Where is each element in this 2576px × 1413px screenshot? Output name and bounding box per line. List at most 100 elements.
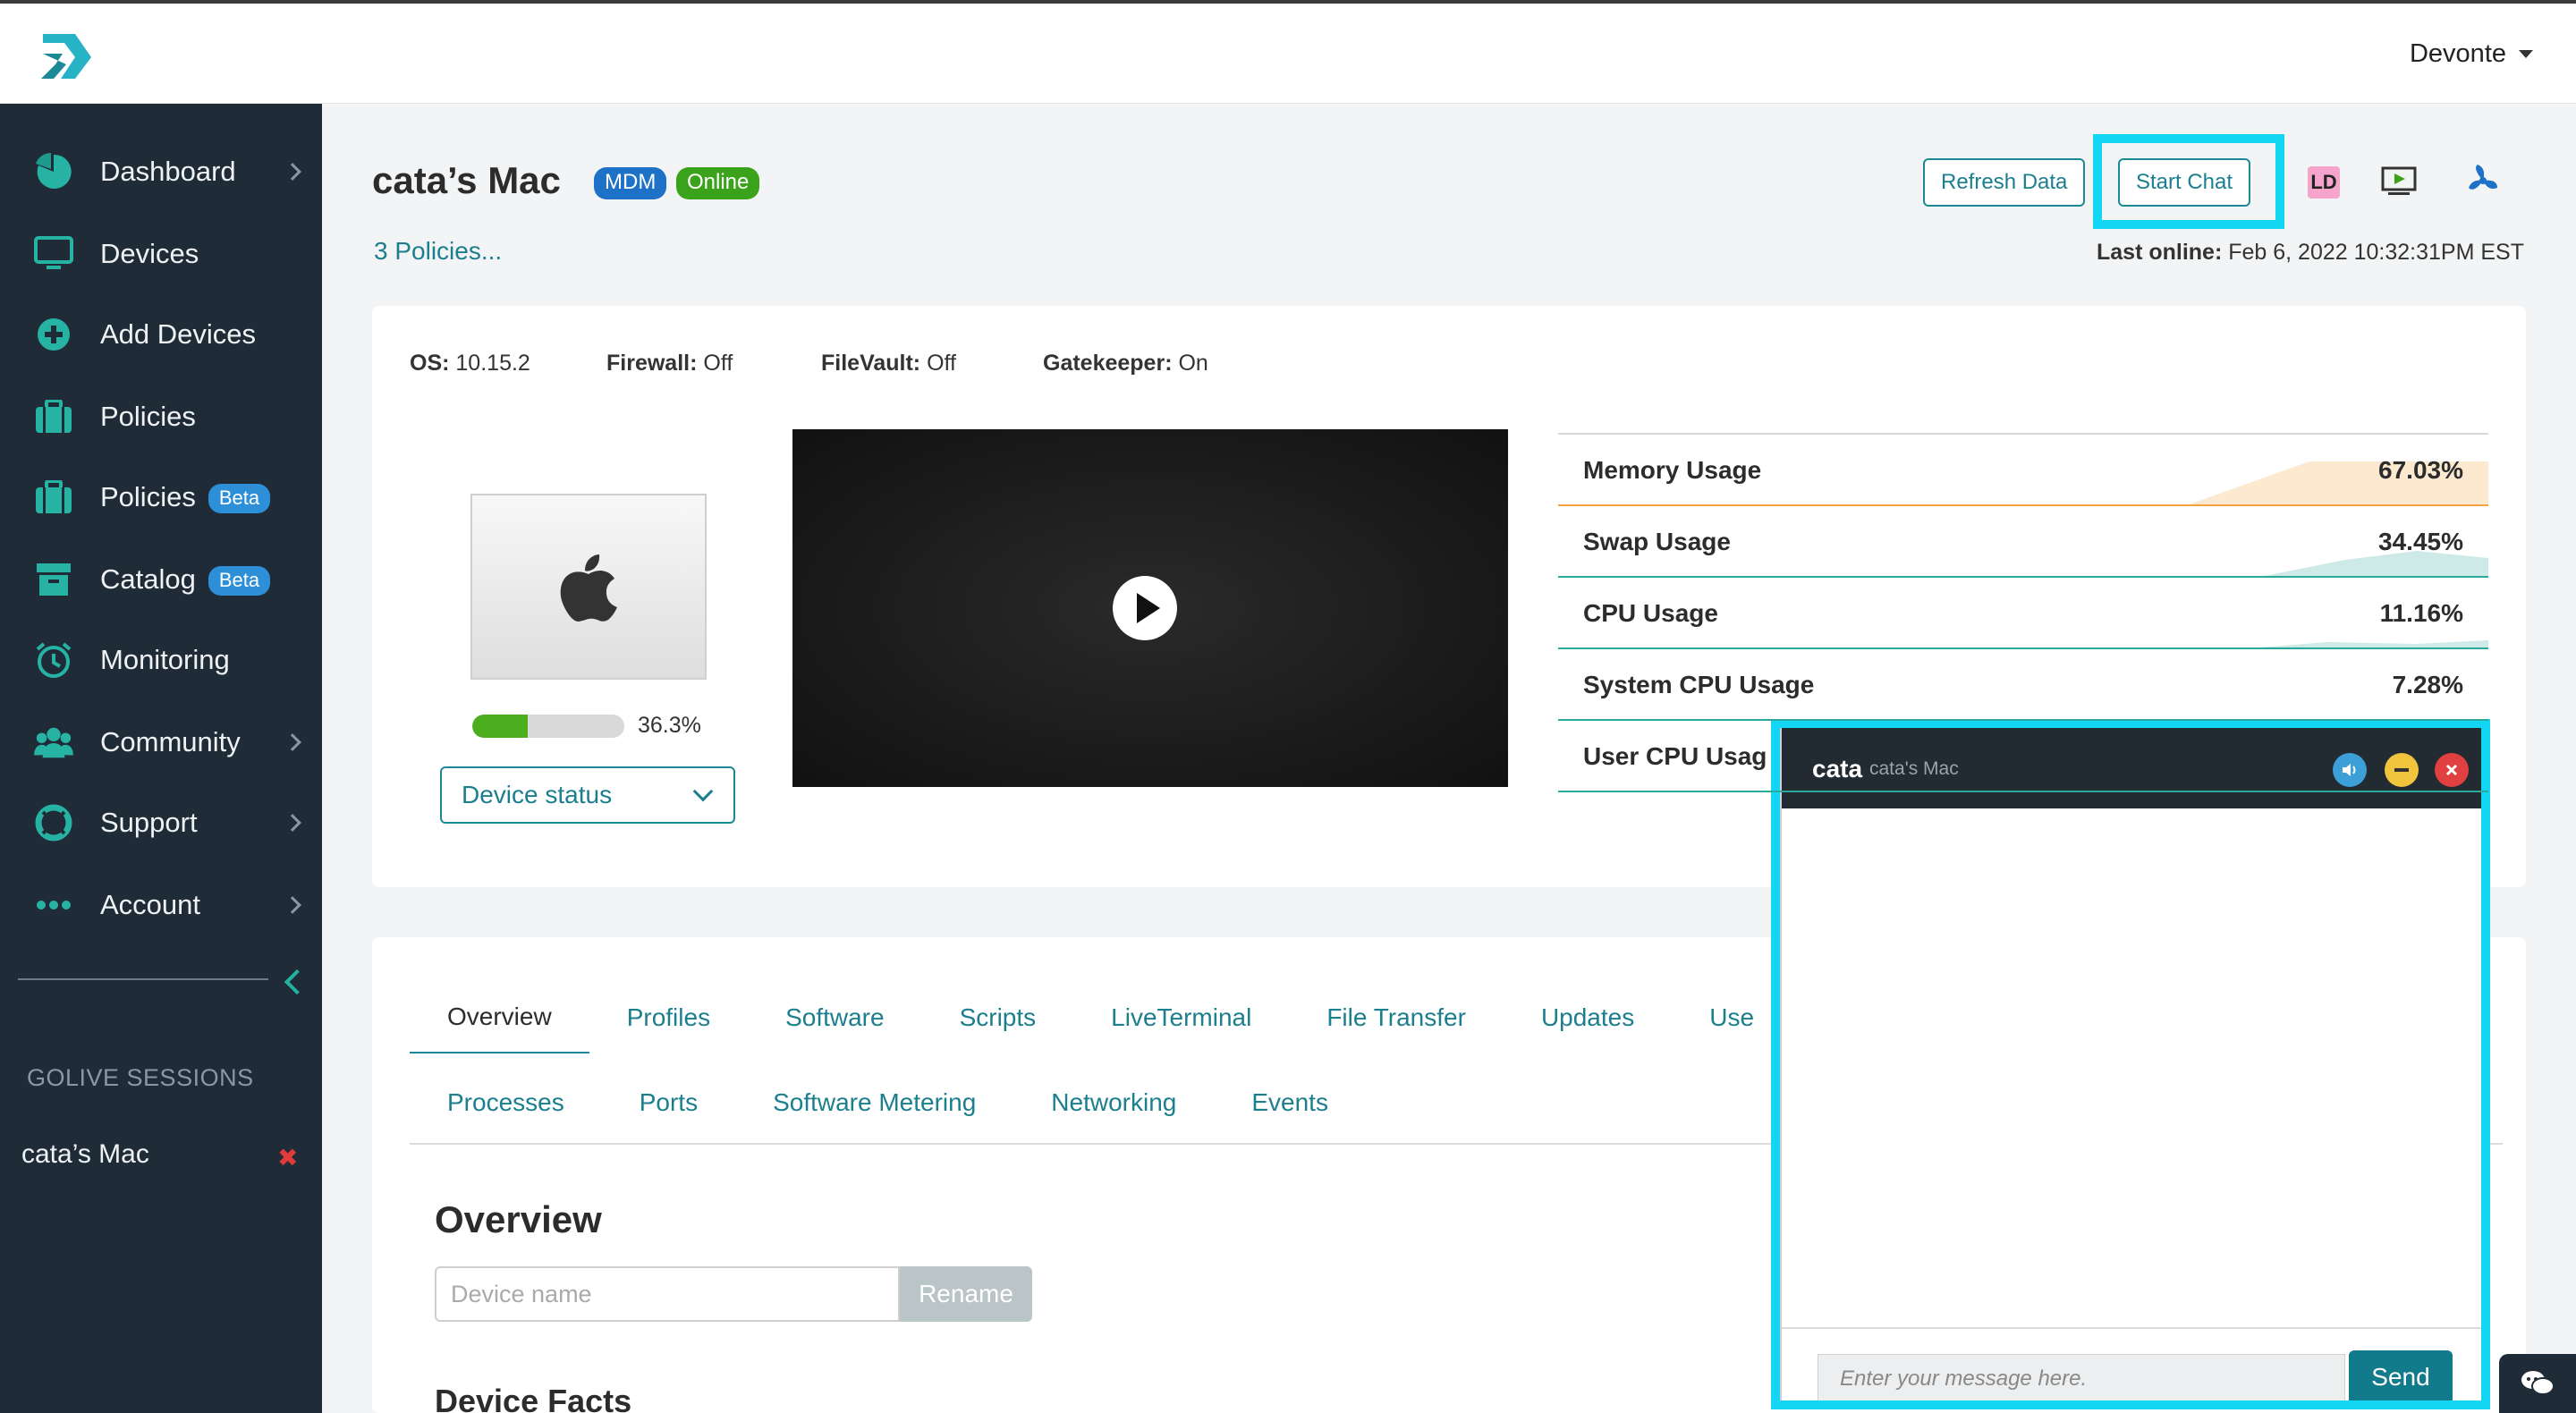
os-spec: OS: 10.15.2 — [410, 351, 530, 377]
tab-liveterminal[interactable]: LiveTerminal — [1073, 982, 1289, 1053]
tab-processes[interactable]: Processes — [410, 1067, 602, 1138]
sidebar-divider — [18, 978, 268, 980]
refresh-data-button[interactable]: Refresh Data — [1923, 158, 2086, 207]
chevron-right-icon — [284, 896, 301, 914]
metric-value: 11.16% — [2379, 599, 2463, 627]
sidebar-item-label: Policies — [100, 401, 196, 432]
tab-software-metering[interactable]: Software Metering — [735, 1067, 1013, 1138]
device-status-select[interactable]: Device status — [440, 766, 735, 824]
plus-circle-icon — [34, 315, 73, 354]
tab-profiles[interactable]: Profiles — [589, 982, 748, 1053]
rename-button[interactable]: Rename — [900, 1266, 1032, 1322]
play-icon[interactable] — [1113, 576, 1177, 640]
tab-software[interactable]: Software — [748, 982, 922, 1053]
pie-chart-icon — [34, 152, 73, 191]
close-session-icon[interactable]: ✖ — [277, 1143, 298, 1172]
spec-label: Gatekeeper: — [1043, 351, 1173, 376]
sidebar-item-account[interactable]: Account — [0, 869, 322, 941]
sidebar-item-label: Dashboard — [100, 156, 236, 187]
metric-value: 34.45% — [2378, 528, 2463, 555]
sidebar-item-add-devices[interactable]: Add Devices — [0, 299, 322, 370]
users-icon — [34, 723, 73, 762]
briefcase-icon — [34, 478, 73, 517]
tab-events[interactable]: Events — [1214, 1067, 1366, 1138]
disk-usage-percent: 36.3% — [638, 713, 701, 738]
metric-name: CPU Usage — [1583, 599, 1718, 627]
spec-value: On — [1178, 351, 1208, 376]
sidebar-item-community[interactable]: Community — [0, 706, 322, 778]
sidebar-item-support[interactable]: Support — [0, 787, 322, 859]
sidebar-item-policies-beta[interactable]: Policies Beta — [0, 461, 322, 533]
app-logo-icon[interactable] — [39, 32, 98, 80]
sidebar-item-label: Policies Beta — [100, 480, 271, 514]
spec-value: Off — [703, 351, 733, 376]
tab-users[interactable]: Use — [1672, 982, 1792, 1053]
overview-heading: Overview — [435, 1198, 602, 1240]
tab-ports[interactable]: Ports — [602, 1067, 735, 1138]
life-ring-icon — [34, 803, 73, 842]
sidebar-item-label: Support — [100, 807, 198, 838]
metric-name: Swap Usage — [1583, 528, 1731, 555]
sidebar-item-devices[interactable]: Devices — [0, 218, 322, 290]
tab-scripts[interactable]: Scripts — [922, 982, 1074, 1053]
screen-share-icon[interactable] — [2381, 166, 2417, 197]
sidebar-item-dashboard[interactable]: Dashboard — [0, 136, 322, 207]
sidebar-item-label: Devices — [100, 238, 199, 269]
ellipsis-icon — [34, 885, 73, 925]
tab-file-transfer[interactable]: File Transfer — [1289, 982, 1504, 1053]
start-chat-highlight — [2093, 134, 2284, 229]
last-online-label: Last online: — [2096, 240, 2223, 265]
spec-label: FileVault: — [821, 351, 921, 376]
metric-value: 7.28% — [2392, 671, 2463, 698]
metric-baseline — [1558, 791, 2488, 792]
spec-label: Firewall: — [606, 351, 698, 376]
metric-name: System CPU Usage — [1583, 671, 1815, 698]
device-name-input[interactable] — [435, 1266, 900, 1322]
page-title: cata’s Mac — [372, 159, 561, 201]
sidebar-item-label: Catalog Beta — [100, 563, 271, 597]
sidebar-item-policies[interactable]: Policies — [0, 381, 322, 453]
sidebar-item-text: Policies — [100, 480, 196, 512]
user-menu[interactable]: Devonte — [2410, 39, 2533, 69]
last-online: Last online: Feb 6, 2022 10:32:31PM EST — [2097, 240, 2524, 266]
remote-control-icon[interactable] — [2465, 163, 2501, 199]
sidebar-item-label: Add Devices — [100, 318, 257, 350]
sidebar-item-monitoring[interactable]: Monitoring — [0, 624, 322, 696]
chevron-right-icon — [284, 814, 301, 832]
metric-name: User CPU Usag — [1583, 742, 1767, 770]
usage-metrics: Memory Usage 67.03% Swap Usage 34.45% CP… — [1558, 433, 2488, 792]
metric-name: Memory Usage — [1583, 456, 1762, 484]
disk-usage-bar — [472, 715, 624, 738]
spec-value: Off — [927, 351, 956, 376]
chat-window: cata cata's Mac Send — [1780, 726, 2487, 1404]
ld-tool-icon[interactable]: LD — [2308, 166, 2340, 199]
beta-badge: Beta — [208, 484, 271, 514]
golive-session-item[interactable]: cata’s Mac — [21, 1139, 149, 1170]
tab-networking[interactable]: Networking — [1013, 1067, 1214, 1138]
online-status-badge: Online — [676, 167, 760, 199]
sidebar-item-text: Catalog — [100, 563, 196, 595]
send-button[interactable]: Send — [2349, 1350, 2453, 1404]
tab-overview[interactable]: Overview — [410, 982, 589, 1053]
filevault-spec: FileVault: Off — [821, 351, 956, 377]
caret-down-icon — [2519, 50, 2533, 58]
metric-row: Memory Usage 67.03% — [1558, 435, 2488, 506]
tab-updates[interactable]: Updates — [1504, 982, 1672, 1053]
sidebar: Dashboard Devices Add Devices Policies P… — [0, 104, 322, 1413]
sidebar-item-catalog[interactable]: Catalog Beta — [0, 544, 322, 615]
user-name: Devonte — [2409, 39, 2506, 68]
chevron-down-icon — [692, 781, 714, 802]
golive-heading: GOLIVE SESSIONS — [27, 1064, 254, 1091]
metric-row: System CPU Usage 7.28% — [1558, 649, 2488, 721]
briefcase-icon — [34, 397, 73, 436]
top-bar: Devonte — [0, 0, 2576, 104]
gatekeeper-spec: Gatekeeper: On — [1043, 351, 1208, 377]
sidebar-item-label: Account — [100, 889, 201, 920]
chevron-right-icon — [284, 733, 301, 751]
alarm-clock-icon — [34, 640, 73, 680]
chat-message-input[interactable] — [1818, 1354, 2345, 1404]
screen-preview-video[interactable] — [792, 429, 1508, 787]
policies-link[interactable]: 3 Policies... — [374, 237, 502, 266]
sidebar-item-label: Monitoring — [100, 644, 230, 675]
chat-launcher-icon[interactable] — [2499, 1354, 2576, 1413]
